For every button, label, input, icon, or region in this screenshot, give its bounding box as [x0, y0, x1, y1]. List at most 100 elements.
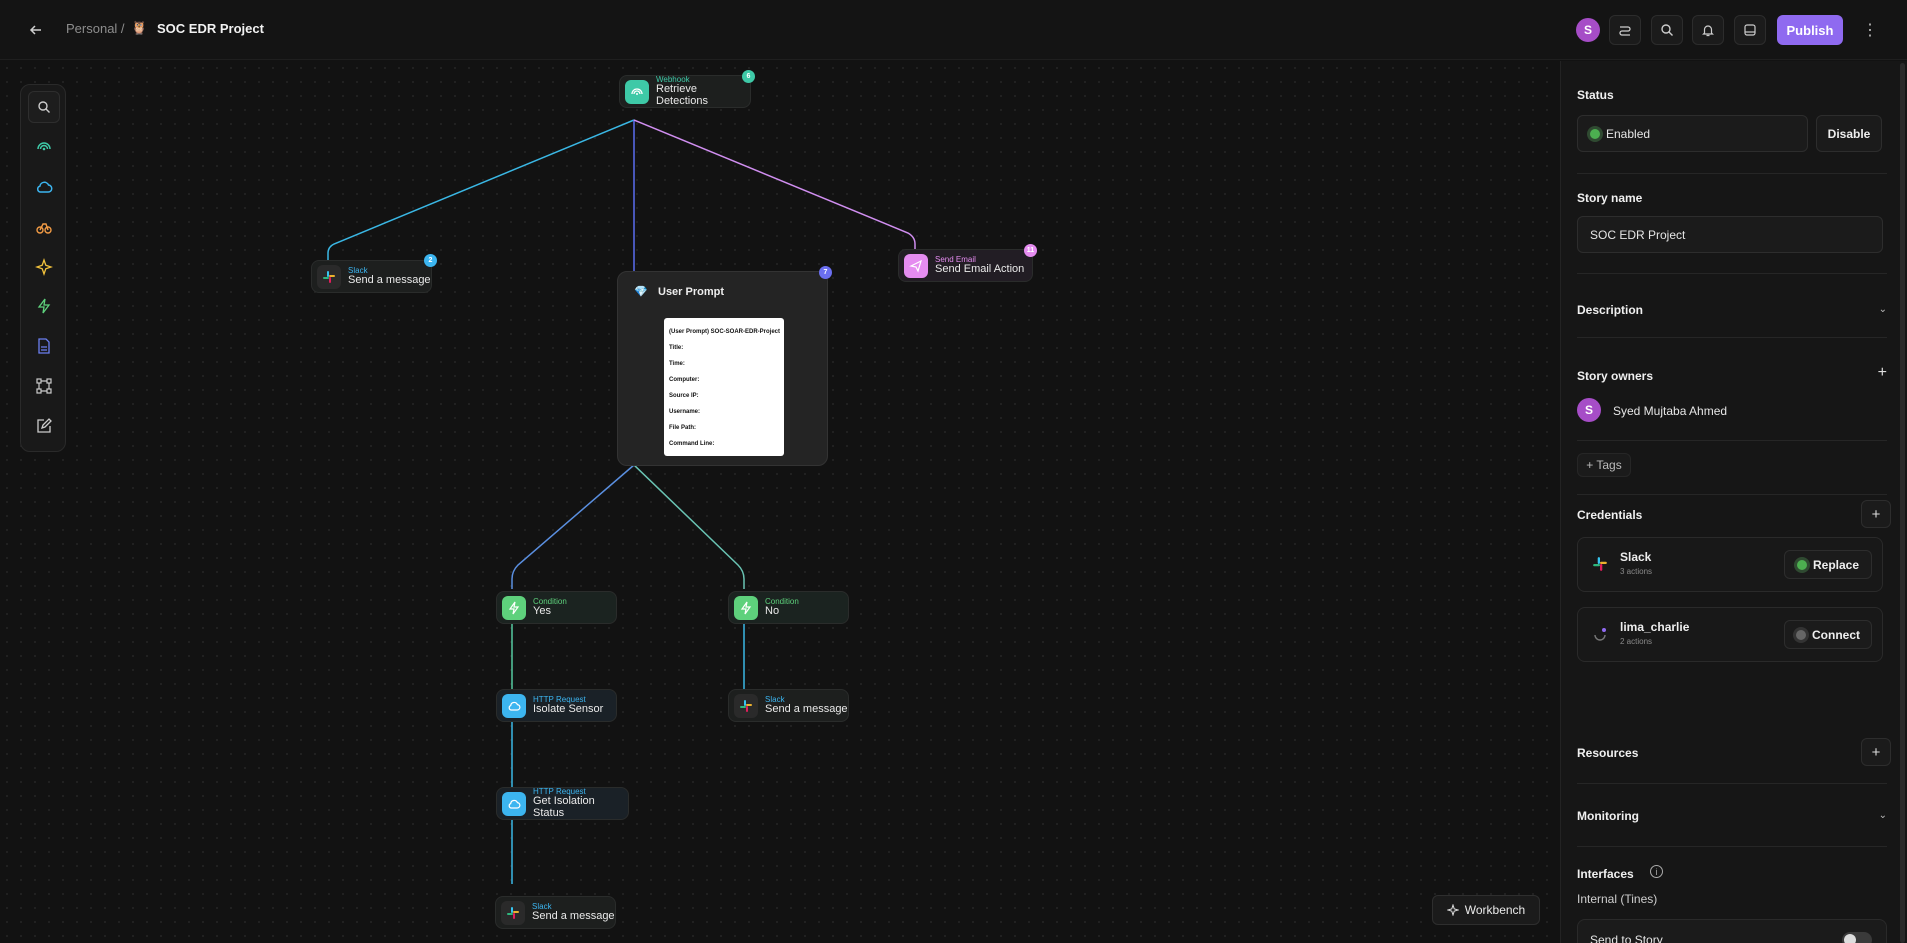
credential-name: Slack [1620, 550, 1652, 564]
credential-sub: 2 actions [1620, 637, 1653, 646]
node-name: User Prompt [658, 286, 725, 298]
send-to-story-label: Send to Story [1590, 933, 1663, 943]
node-name: No [765, 604, 780, 617]
gem-icon: 💎 [634, 286, 648, 298]
resources-heading: Resources [1577, 746, 1639, 760]
description-heading[interactable]: Description [1577, 303, 1643, 317]
add-owner-plus-icon[interactable]: + [1878, 364, 1887, 382]
credential-name: lima_charlie [1620, 620, 1690, 634]
lima-charlie-icon [1592, 626, 1608, 647]
node-webhook-retrieve-detections[interactable]: Webhook Retrieve Detections 6 [619, 70, 755, 108]
credential-card-slack[interactable]: Slack 3 actions Replace [1577, 537, 1883, 592]
prompt-line: Source IP: [669, 393, 699, 399]
event-count-badge: 6 [742, 70, 755, 83]
more-menu-icon[interactable]: ⋮ [1862, 15, 1878, 45]
credential-card-lima-charlie[interactable]: lima_charlie 2 actions Connect [1577, 607, 1883, 662]
connected-dot-icon [1796, 559, 1807, 570]
node-http-isolate-sensor[interactable]: HTTP Request Isolate Sensor [496, 689, 617, 722]
edit-note-icon[interactable] [28, 410, 60, 442]
publish-button[interactable]: Publish [1777, 15, 1843, 45]
replace-credential-button[interactable]: Replace [1784, 550, 1872, 579]
webhook-icon[interactable] [28, 131, 60, 163]
webhook-icon [625, 79, 649, 104]
disable-button[interactable]: Disable [1816, 115, 1882, 152]
story-canvas[interactable]: Webhook Retrieve Detections 6 Slack Send… [0, 61, 1560, 943]
node-slack-send-message-bottom[interactable]: Slack Send a message [495, 896, 616, 929]
prompt-line: Title: [669, 345, 684, 351]
prompt-line: Computer: [669, 377, 700, 383]
prompt-line: Command Line: [669, 441, 715, 447]
breadcrumb-personal[interactable]: Personal / [66, 21, 125, 36]
versions-icon[interactable] [1609, 15, 1641, 45]
prompt-preview-document: (User Prompt) SOC-SOAR-EDR-Project Title… [664, 318, 784, 456]
owner-avatar: S [1577, 398, 1601, 422]
add-resource-button[interactable]: + [1861, 738, 1891, 766]
divider [1577, 440, 1887, 441]
divider [1577, 494, 1887, 495]
back-arrow-icon[interactable] [24, 18, 48, 42]
node-name: Isolate Sensor [533, 702, 604, 715]
add-tags-button[interactable]: + Tags [1577, 453, 1631, 477]
send-to-story-toggle[interactable] [1842, 932, 1872, 943]
user-avatar[interactable]: S [1576, 15, 1600, 45]
divider [1577, 783, 1887, 784]
trigger-bolt-icon[interactable] [28, 290, 60, 322]
node-http-get-isolation-status[interactable]: HTTP Request Get Isolation Status [496, 787, 629, 820]
info-icon[interactable]: i [1650, 865, 1663, 878]
slack-icon [734, 693, 758, 718]
story-name-heading: Story name [1577, 191, 1643, 205]
node-name: Retrieve Detections [656, 83, 708, 107]
ai-sparkle-icon[interactable] [28, 251, 60, 283]
send-to-story-row[interactable]: Send to Story [1577, 919, 1887, 943]
chevron-down-icon[interactable]: ⌄ [1879, 810, 1887, 821]
tools-icon[interactable] [28, 211, 60, 243]
event-count-badge: 11 [1024, 244, 1037, 257]
condition-bolt-icon [502, 595, 526, 620]
http-cloud-icon [502, 791, 526, 816]
monitoring-heading[interactable]: Monitoring [1577, 809, 1639, 823]
interfaces-heading: Interfaces [1577, 867, 1634, 881]
page-title[interactable]: SOC EDR Project [157, 21, 264, 36]
top-bar: Personal / 🦉 SOC EDR Project S Publish ⋮ [0, 0, 1907, 60]
divider [1577, 337, 1887, 338]
node-name: Send a message [532, 909, 615, 922]
http-request-icon[interactable] [28, 171, 60, 203]
palette-search-icon[interactable] [28, 91, 60, 123]
credential-sub: 3 actions [1620, 567, 1653, 576]
node-slack-send-message-no[interactable]: Slack Send a message [728, 689, 849, 722]
event-count-badge: 2 [424, 254, 437, 267]
story-settings-panel: Status Enabled Disable Story name SOC ED… [1560, 61, 1907, 943]
group-select-icon[interactable] [28, 370, 60, 402]
node-condition-no[interactable]: Condition No [728, 591, 849, 624]
enabled-dot-icon [1590, 128, 1600, 139]
slack-icon [1592, 556, 1608, 577]
status-field[interactable]: Enabled [1577, 115, 1808, 152]
node-condition-yes[interactable]: Condition Yes [496, 591, 617, 624]
node-send-email-action[interactable]: Send Email Send Email Action 11 [898, 244, 1037, 282]
prompt-line: File Path: [669, 425, 697, 431]
node-name: Yes [533, 604, 551, 617]
sparkle-icon [1446, 904, 1459, 916]
divider [1577, 273, 1887, 274]
status-heading: Status [1577, 88, 1614, 102]
connect-credential-button[interactable]: Connect [1784, 620, 1872, 649]
story-name-input[interactable]: SOC EDR Project [1577, 216, 1883, 253]
node-name: Get Isolation Status [533, 795, 595, 819]
search-icon[interactable] [1651, 15, 1683, 45]
prompt-line: Time: [669, 361, 685, 367]
node-name: Send Email Action [935, 262, 1025, 275]
credentials-heading: Credentials [1577, 508, 1643, 522]
add-credential-button[interactable]: + [1861, 500, 1891, 528]
chevron-down-icon[interactable]: ⌄ [1879, 304, 1887, 315]
workbench-button[interactable]: Workbench [1432, 895, 1540, 925]
tool-palette [20, 84, 66, 452]
node-user-prompt[interactable]: 💎 User Prompt 7 (User Prompt) SOC-SOAR-E… [617, 266, 832, 466]
node-slack-send-message-top[interactable]: Slack Send a message 2 [311, 254, 437, 293]
slack-icon [317, 264, 341, 289]
panel-scrollbar[interactable] [1900, 63, 1905, 943]
http-cloud-icon [502, 693, 526, 718]
panel-toggle-icon[interactable] [1734, 15, 1766, 45]
node-name: Send a message [348, 273, 431, 286]
page-icon[interactable] [28, 330, 60, 362]
bell-icon[interactable] [1692, 15, 1724, 45]
